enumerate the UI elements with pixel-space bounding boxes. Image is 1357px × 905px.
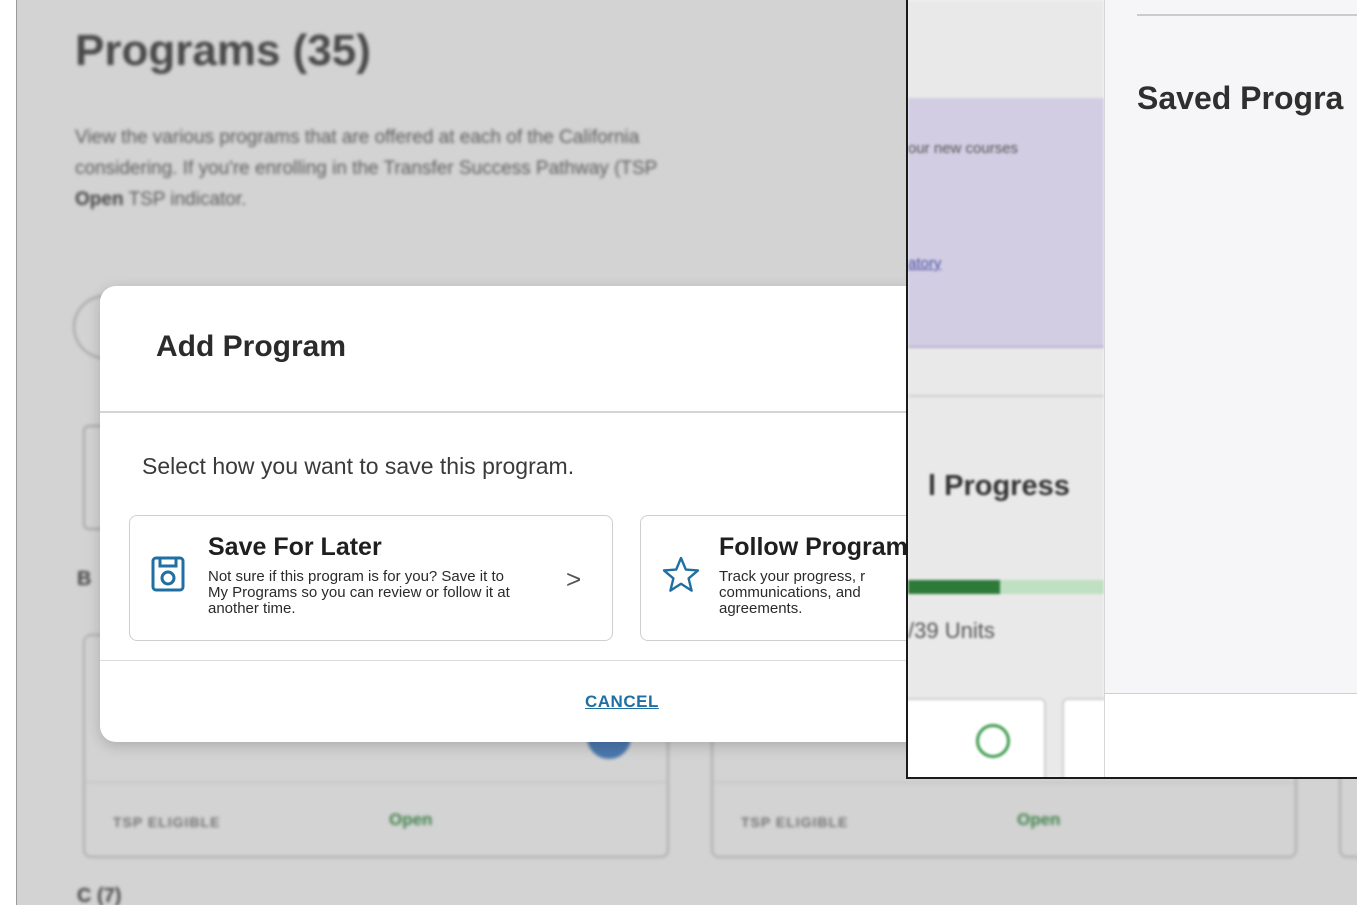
option-title: Follow Program — [719, 533, 908, 561]
floppy-disk-icon — [150, 554, 188, 596]
modal-prompt: Select how you want to save this program… — [142, 453, 575, 479]
status-card[interactable] — [1062, 698, 1104, 777]
units-text: /39 Units — [908, 618, 995, 643]
banner-text: our new courses — [908, 140, 1019, 157]
overlay-left-panel: our new courses atory l Progress /39 Uni… — [908, 0, 1104, 777]
divider — [100, 660, 960, 661]
progress-bar-fill — [908, 580, 1001, 594]
star-outline-icon — [661, 554, 700, 596]
chevron-right-icon: > — [566, 564, 582, 594]
modal-title: Add Program — [156, 330, 347, 363]
progress-bar — [908, 580, 1104, 594]
banner-link[interactable]: atory — [908, 255, 941, 272]
panel-footer — [1105, 694, 1357, 777]
overlay-left-content: our new courses atory l Progress /39 Uni… — [908, 0, 1104, 777]
overlay-screenshot: our new courses atory l Progress /39 Uni… — [906, 0, 1357, 779]
overlay-right-panel: Saved Progra — [1104, 0, 1357, 777]
progress-heading: l Progress — [928, 470, 1070, 502]
saved-programs-title: Saved Progra — [1137, 80, 1344, 116]
add-program-modal: Add Program Select how you want to save … — [100, 286, 960, 742]
info-banner — [908, 98, 1104, 348]
save-for-later-option[interactable]: Save For Later Not sure if this program … — [129, 515, 613, 641]
cancel-button[interactable]: CANCEL — [585, 692, 659, 712]
check-circle-icon — [976, 724, 1010, 758]
divider — [908, 395, 1104, 397]
option-title: Save For Later — [208, 533, 382, 561]
option-description: Not sure if this program is for you? Sav… — [208, 568, 510, 617]
divider — [100, 411, 960, 413]
option-description: Track your progress, r communications, a… — [719, 568, 866, 617]
divider — [1137, 14, 1357, 16]
